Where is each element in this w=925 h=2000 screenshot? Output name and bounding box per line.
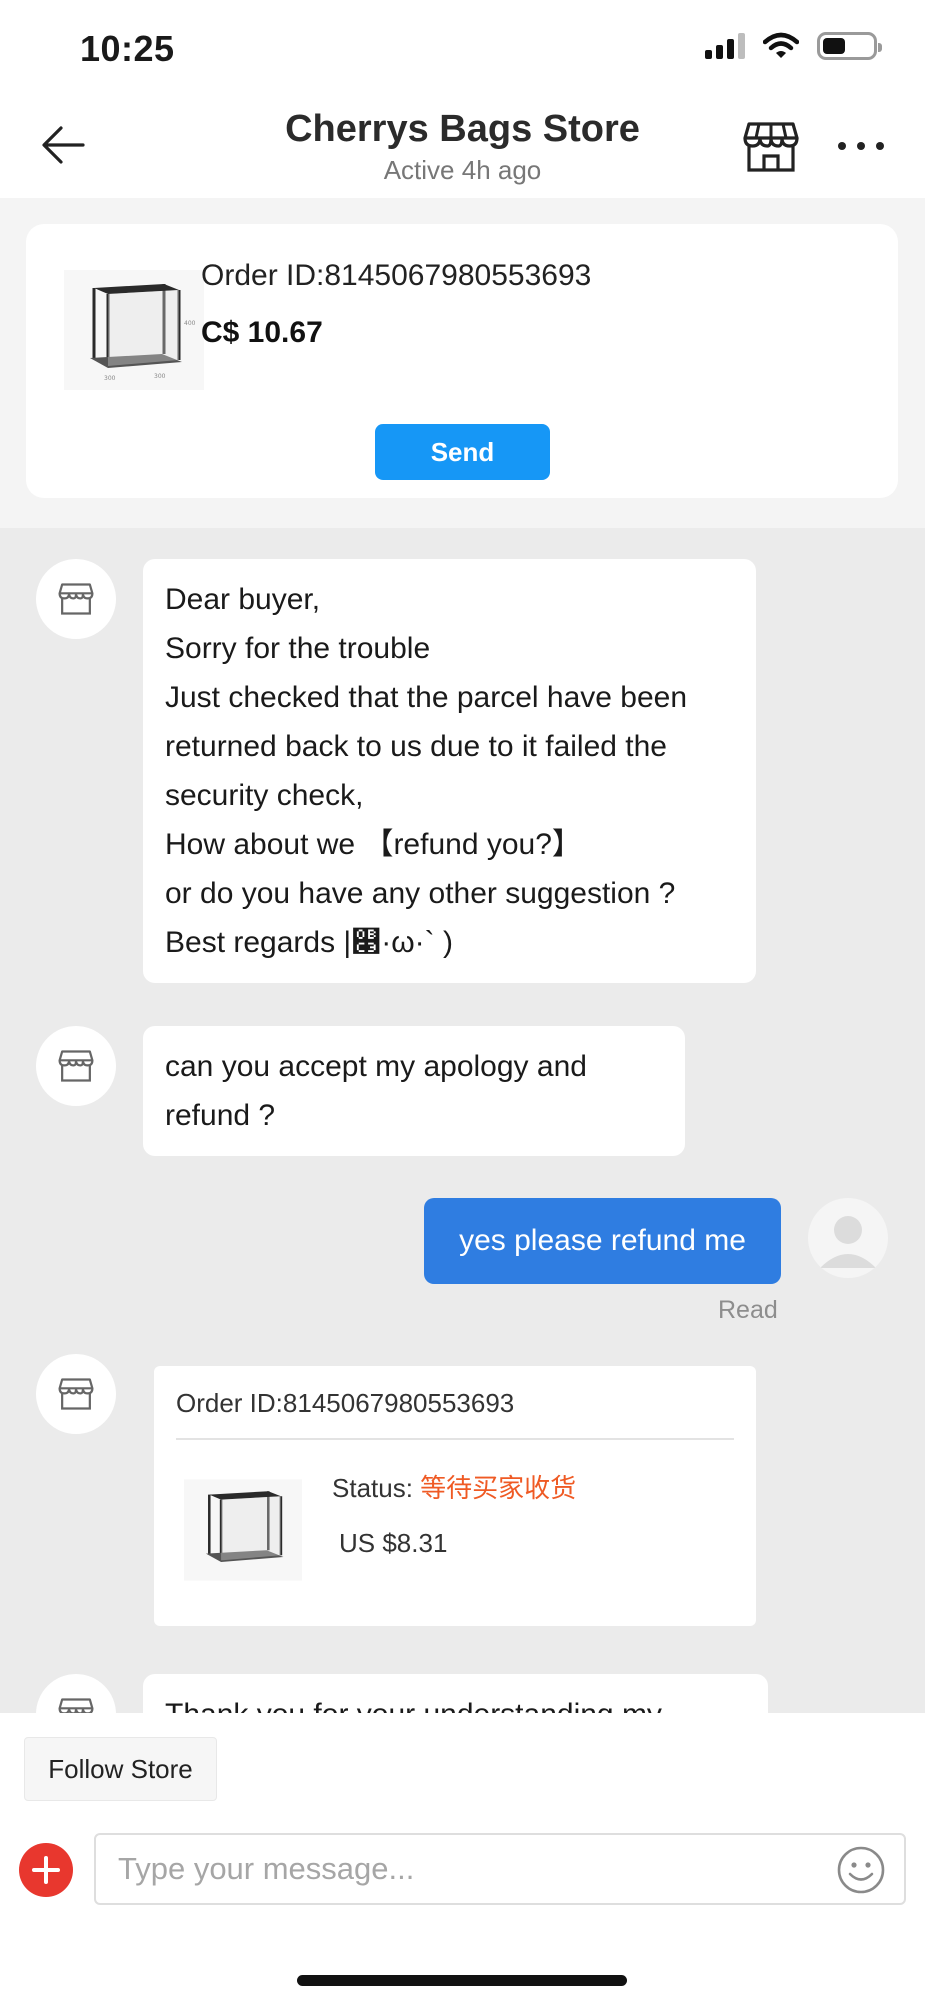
chat-header: Cherrys Bags Store Active 4h ago	[0, 100, 925, 198]
storefront-icon	[743, 122, 799, 172]
outgoing-message: yes please refund me	[424, 1198, 781, 1284]
product-thumbnail: 400 300 300	[64, 270, 204, 390]
message-line: refund ?	[165, 1099, 276, 1132]
plus-icon	[32, 1856, 60, 1884]
active-status: Active 4h ago	[383, 155, 542, 185]
store-avatar[interactable]	[36, 1354, 116, 1434]
svg-text:300: 300	[104, 375, 116, 382]
order-message-card[interactable]: Order ID:8145067980553693 Status: 等待买家收货…	[154, 1366, 756, 1626]
storefront-icon	[58, 1698, 94, 1713]
incoming-message: Thank you for your understanding my	[143, 1674, 768, 1713]
chat-thread[interactable]: Dear buyer, Sorry for the trouble Just c…	[0, 528, 925, 1713]
battery-icon	[817, 32, 882, 60]
status-bar: 10:25	[0, 0, 925, 100]
status-label: Status:	[332, 1473, 421, 1503]
order-price: C$ 10.67	[201, 316, 323, 349]
order-id: Order ID:8145067980553693	[201, 259, 592, 292]
message-line: Just checked that the parcel have been	[165, 681, 688, 714]
message-line: or do you have any other suggestion ?	[165, 877, 676, 910]
storefront-icon	[58, 1050, 94, 1082]
read-receipt: Read	[718, 1296, 778, 1324]
message-line: returned back to us due to it failed the	[165, 730, 667, 763]
message-line: How about we 【refund you?】	[165, 828, 582, 861]
more-dots-icon[interactable]	[838, 136, 884, 156]
order-id: Order ID:8145067980553693	[176, 1388, 515, 1418]
order-status: Status: 等待买家收货	[332, 1468, 576, 1505]
store-avatar[interactable]	[36, 1026, 116, 1106]
user-avatar[interactable]	[808, 1198, 888, 1278]
user-icon	[820, 1216, 876, 1268]
status-icons	[705, 32, 882, 60]
composer-area: Follow Store Type your message...	[0, 1713, 925, 2000]
svg-text:300: 300	[154, 373, 166, 380]
back-button[interactable]	[38, 120, 88, 170]
incoming-message: Dear buyer, Sorry for the trouble Just c…	[143, 559, 756, 983]
emoji-icon[interactable]	[836, 1845, 886, 1895]
message-line: can you accept my apology and	[165, 1050, 587, 1083]
message-line: Thank you for your understanding my	[165, 1690, 746, 1713]
order-card[interactable]: 400 300 300 Order ID:8145067980553693 C$…	[26, 224, 898, 498]
title-block: Cherrys Bags Store Active 4h ago	[200, 108, 725, 186]
message-line: Best regards |௃·ω·` )	[165, 926, 453, 959]
store-avatar[interactable]	[36, 559, 116, 639]
message-input[interactable]: Type your message...	[94, 1833, 906, 1905]
store-avatar[interactable]	[36, 1674, 116, 1713]
order-price: US $8.31	[339, 1528, 448, 1558]
status-value: 等待买家收货	[420, 1473, 577, 1503]
incoming-message: can you accept my apology and refund ?	[143, 1026, 685, 1156]
order-panel: 400 300 300 Order ID:8145067980553693 C$…	[0, 198, 925, 528]
divider	[176, 1438, 734, 1440]
message-line: security check,	[165, 779, 364, 812]
signal-icon	[705, 33, 745, 59]
storefront-icon	[58, 1378, 94, 1410]
message-line: Sorry for the trouble	[165, 632, 431, 665]
message-placeholder: Type your message...	[118, 1851, 415, 1886]
home-indicator[interactable]	[297, 1975, 627, 1986]
svg-text:400: 400	[184, 320, 196, 327]
product-thumbnail	[184, 1479, 302, 1581]
wifi-icon	[763, 32, 799, 58]
store-name: Cherrys Bags Store	[285, 108, 640, 150]
send-order-button[interactable]: Send	[375, 424, 550, 480]
arrow-left-icon	[42, 126, 85, 164]
storefront-icon	[58, 583, 94, 615]
message-line: Dear buyer,	[165, 583, 321, 616]
store-button[interactable]	[743, 120, 799, 174]
add-attachment-button[interactable]	[19, 1843, 73, 1897]
status-time: 10:25	[80, 28, 175, 69]
follow-store-button[interactable]: Follow Store	[24, 1737, 217, 1801]
